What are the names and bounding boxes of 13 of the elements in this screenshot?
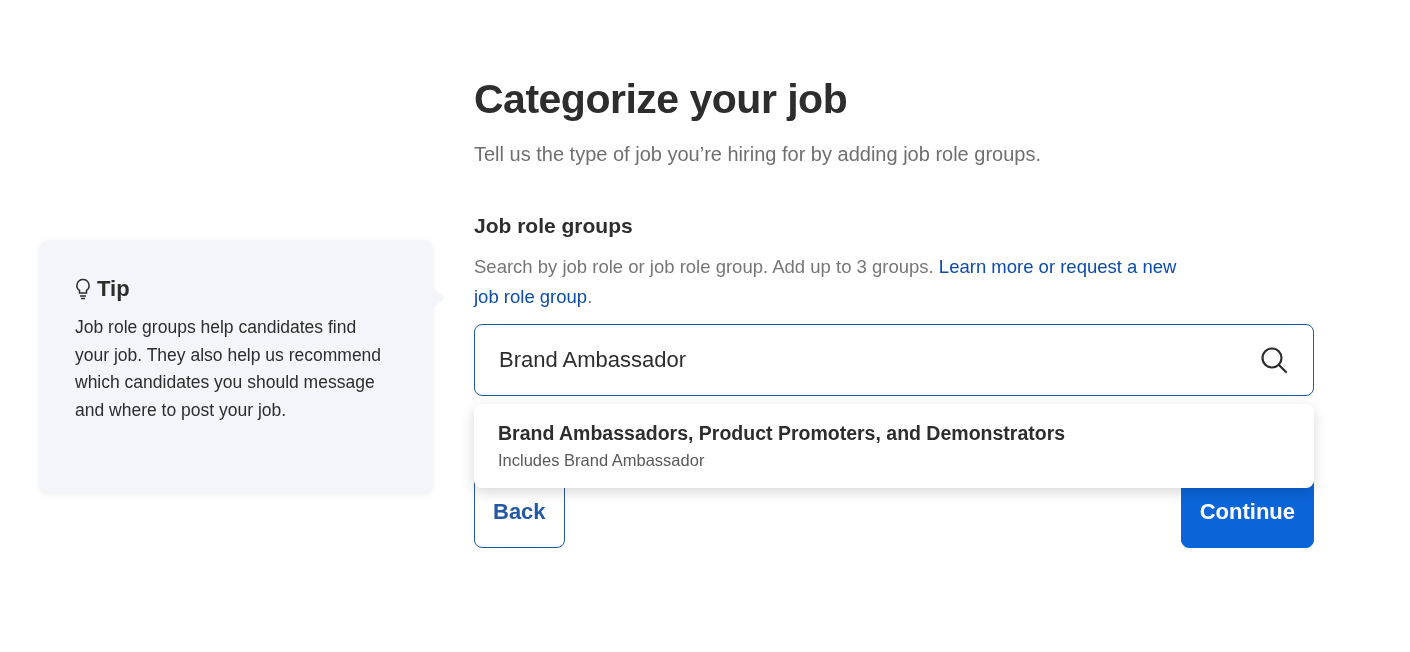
suggestion-detail: Includes Brand Ambassador — [498, 451, 706, 470]
suggestion-item[interactable]: Brand Ambassadors, Product Promoters, and Demonstrators — [498, 422, 1290, 445]
search-field[interactable]: Brand Ambassador — [474, 324, 1314, 396]
learn-more-link[interactable]: Learn more or request a new — [938, 256, 1177, 277]
lightbulb-icon — [75, 278, 91, 300]
tip-title: Tip — [97, 276, 130, 302]
tip-text: Job role groups help candidates find your job. They also help us recommend which candidates you should message and where to post your job. — [75, 316, 383, 422]
learn-more-link[interactable]: job role group — [474, 286, 588, 307]
help-text: Search by job role or job role group. Add up to 3 groups. Learn more or request a new job role group. — [474, 255, 1178, 309]
page-subtitle: Tell us the type of job you’re hiring for by adding job role groups. — [474, 143, 1042, 166]
field-label: Job role groups — [474, 214, 634, 238]
page-heading: Categorize your job — [474, 76, 849, 123]
search-icon — [1260, 346, 1288, 374]
